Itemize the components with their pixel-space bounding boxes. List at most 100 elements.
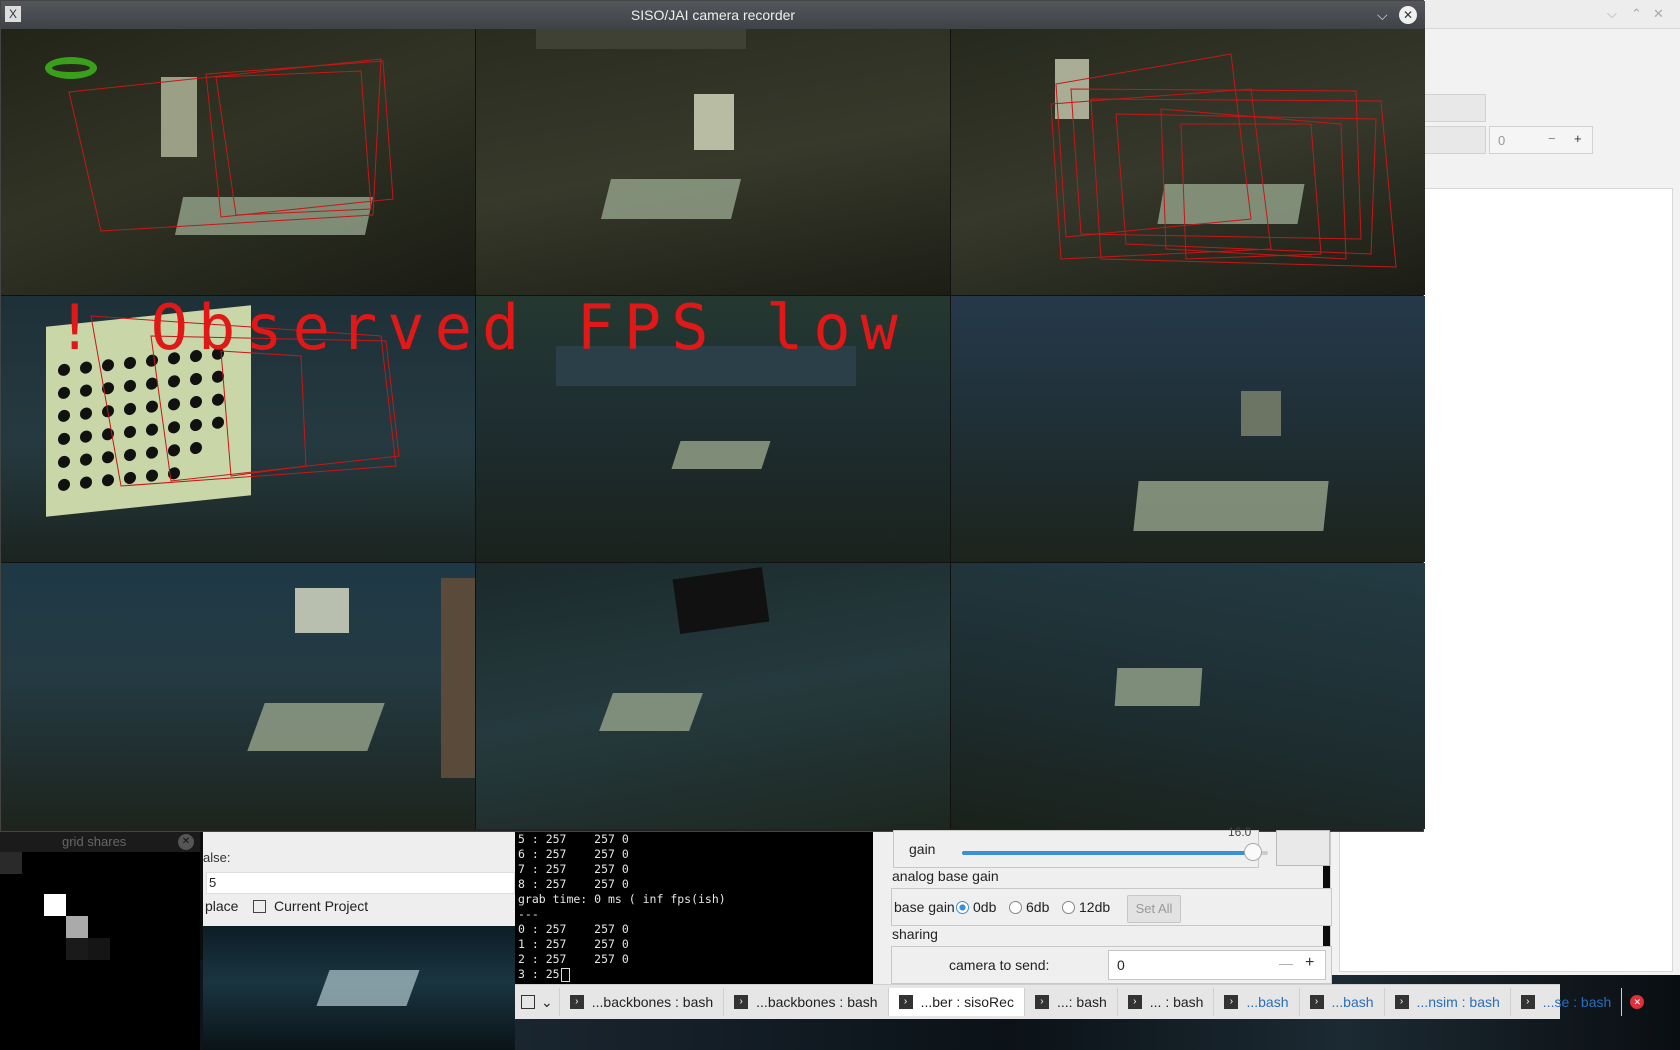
close-tab-button[interactable]: ✕: [1622, 988, 1652, 1016]
terminal-prompt-line: 3 : 25: [518, 967, 870, 982]
terminal-icon: ›: [1309, 995, 1324, 1009]
terminal-line: 6 : 257 257 0: [518, 847, 629, 861]
x-app-icon: X: [5, 6, 21, 22]
camera-recorder-window: X SISO/JAI camera recorder ⌵ ✕ ! Observe…: [0, 0, 1425, 832]
close-icon[interactable]: ✕: [1653, 6, 1664, 22]
terminal-icon: ›: [734, 995, 749, 1009]
background-spinbox[interactable]: 0 − +: [1489, 126, 1593, 154]
terminal-icon: ›: [1224, 995, 1239, 1009]
tab-label: ...se : bash: [1542, 994, 1612, 1010]
terminal-tab[interactable]: › ...backbones : bash: [724, 988, 889, 1016]
radio-12db[interactable]: 12db: [1062, 899, 1110, 915]
gain-slider-handle[interactable]: [1243, 843, 1262, 861]
terminal-line: 3 : 25: [518, 967, 560, 981]
camera-view-3: [951, 29, 1425, 295]
grid-shares-title: grid shares: [62, 834, 127, 849]
minus-icon[interactable]: −: [1548, 131, 1556, 146]
camera-view-7: [1, 563, 475, 829]
terminal-tab-active[interactable]: › ...ber : sisoRec: [888, 988, 1025, 1016]
minus-icon[interactable]: —: [1279, 955, 1293, 971]
workspace-tab[interactable]: place: [205, 898, 238, 914]
calibration-boxes: [68, 58, 394, 232]
gain-slider-fill: [962, 851, 1253, 855]
code-fragment: alse:: [203, 850, 231, 865]
radio-label: 6db: [1026, 899, 1050, 915]
camera-view-8: [476, 563, 950, 829]
gain-spinbox[interactable]: [1276, 830, 1330, 866]
new-tab-button[interactable]: ⌄: [515, 988, 560, 1016]
project-field[interactable]: 5: [206, 872, 515, 894]
camera-to-send-spinbox[interactable]: 0 — +: [1108, 950, 1326, 980]
radio-label: 0db: [973, 899, 997, 915]
tab-label: ...nsim : bash: [1416, 994, 1500, 1010]
terminal-icon: ›: [1127, 995, 1142, 1009]
terminal-line: ---: [518, 907, 539, 921]
terminal-line: grab time: 0 ms ( inf fps(ish): [518, 892, 726, 906]
terminal-icon: ›: [569, 995, 584, 1009]
window-titlebar: X SISO/JAI camera recorder ⌵ ✕: [1, 1, 1425, 29]
gain-slider[interactable]: [962, 843, 1268, 861]
terminal-icon: ›: [1520, 995, 1535, 1009]
radio-indicator: [956, 901, 969, 914]
minimize-chevron-icon[interactable]: ⌵: [1377, 1, 1388, 29]
terminal-line: 8 : 257 257 0: [518, 877, 629, 891]
fps-warning-overlay: ! Observed FPS low: [56, 291, 908, 364]
terminal-line: 5 : 257 257 0: [518, 832, 629, 846]
terminal-tab[interactable]: › ...se : bash: [1511, 988, 1623, 1016]
camera-controls-panel: gain 16.0 analog base gain base gain 0db…: [873, 825, 1332, 984]
tab-label: ...bash: [1331, 994, 1374, 1010]
tab-label: ...backbones : bash: [591, 994, 714, 1010]
radio-indicator: [1062, 901, 1075, 914]
analog-gain-group-title: analog base gain: [892, 868, 999, 884]
close-icon[interactable]: ✕: [178, 834, 194, 850]
radio-indicator: [1009, 901, 1022, 914]
radio-6db[interactable]: 6db: [1009, 899, 1049, 915]
gain-group: gain 16.0: [893, 825, 1268, 868]
calibration-boxes: [1050, 53, 1397, 268]
terminal-tab-bar: ⌄ › ...backbones : bash › ...backbones : b…: [515, 984, 1645, 1019]
terminal-cursor: [560, 968, 570, 982]
terminal-tab[interactable]: › ... : bash: [1118, 988, 1215, 1016]
plus-icon[interactable]: +: [1305, 954, 1314, 972]
terminal-icon: ›: [1034, 995, 1049, 1009]
tab-label: ...backbones : bash: [756, 994, 878, 1010]
project-icon: [253, 899, 266, 913]
sharing-group-title: sharing: [892, 926, 938, 942]
gain-label: gain: [909, 841, 936, 857]
terminal-tab[interactable]: › ...nsim : bash: [1385, 988, 1511, 1016]
terminal-output[interactable]: 5 : 257 257 06 : 257 257 07 : 257 257 08…: [515, 832, 873, 984]
terminal-tab[interactable]: › ...bash: [1214, 988, 1300, 1016]
tab-label: ...bash: [1246, 994, 1289, 1010]
terminal-icon: ›: [1394, 995, 1409, 1009]
gain-value: 16.0: [1228, 825, 1252, 839]
window-title: SISO/JAI camera recorder: [630, 7, 796, 23]
terminal-line: 2 : 257 257 0: [518, 952, 629, 966]
analog-gain-group: base gain 0db 6db 12db Set All: [891, 888, 1332, 926]
chevron-down-icon: ⌄: [541, 993, 553, 1010]
camera-view-6: [951, 296, 1425, 562]
spin-value: 0: [1498, 133, 1506, 148]
project-panel: alse: 5 place Current Project: [203, 832, 515, 1050]
project-thumbnail: [203, 926, 515, 1050]
set-all-button[interactable]: Set All: [1127, 895, 1181, 923]
camera-view-2: [476, 29, 950, 295]
terminal-line: 0 : 257 257 0: [518, 922, 629, 936]
chevron-up-icon[interactable]: ⌃: [1631, 6, 1642, 22]
sharing-group: camera to send: 0 — +: [891, 946, 1332, 984]
grid-shares-window: grid shares ✕: [0, 832, 200, 1050]
close-icon[interactable]: ✕: [1399, 6, 1417, 24]
terminal-icon: ›: [898, 995, 913, 1009]
terminal-tab[interactable]: › ...backbones : bash: [560, 988, 725, 1016]
terminal-line: 7 : 257 257 0: [518, 862, 629, 876]
close-icon: ✕: [1630, 995, 1645, 1009]
tab-label: ... : bash: [1149, 994, 1204, 1010]
terminal-tab[interactable]: › ...: bash: [1025, 988, 1118, 1016]
terminal-tab[interactable]: › ...bash: [1300, 988, 1385, 1016]
plus-icon[interactable]: +: [1574, 131, 1582, 146]
camera-view-1: [1, 29, 475, 295]
chevron-down-icon[interactable]: ⌵: [1607, 6, 1617, 22]
radio-0db[interactable]: 0db: [956, 899, 996, 915]
camera-view-9: [951, 563, 1425, 829]
current-project-tab[interactable]: Current Project: [253, 898, 368, 914]
base-gain-label: base gain: [894, 899, 955, 915]
